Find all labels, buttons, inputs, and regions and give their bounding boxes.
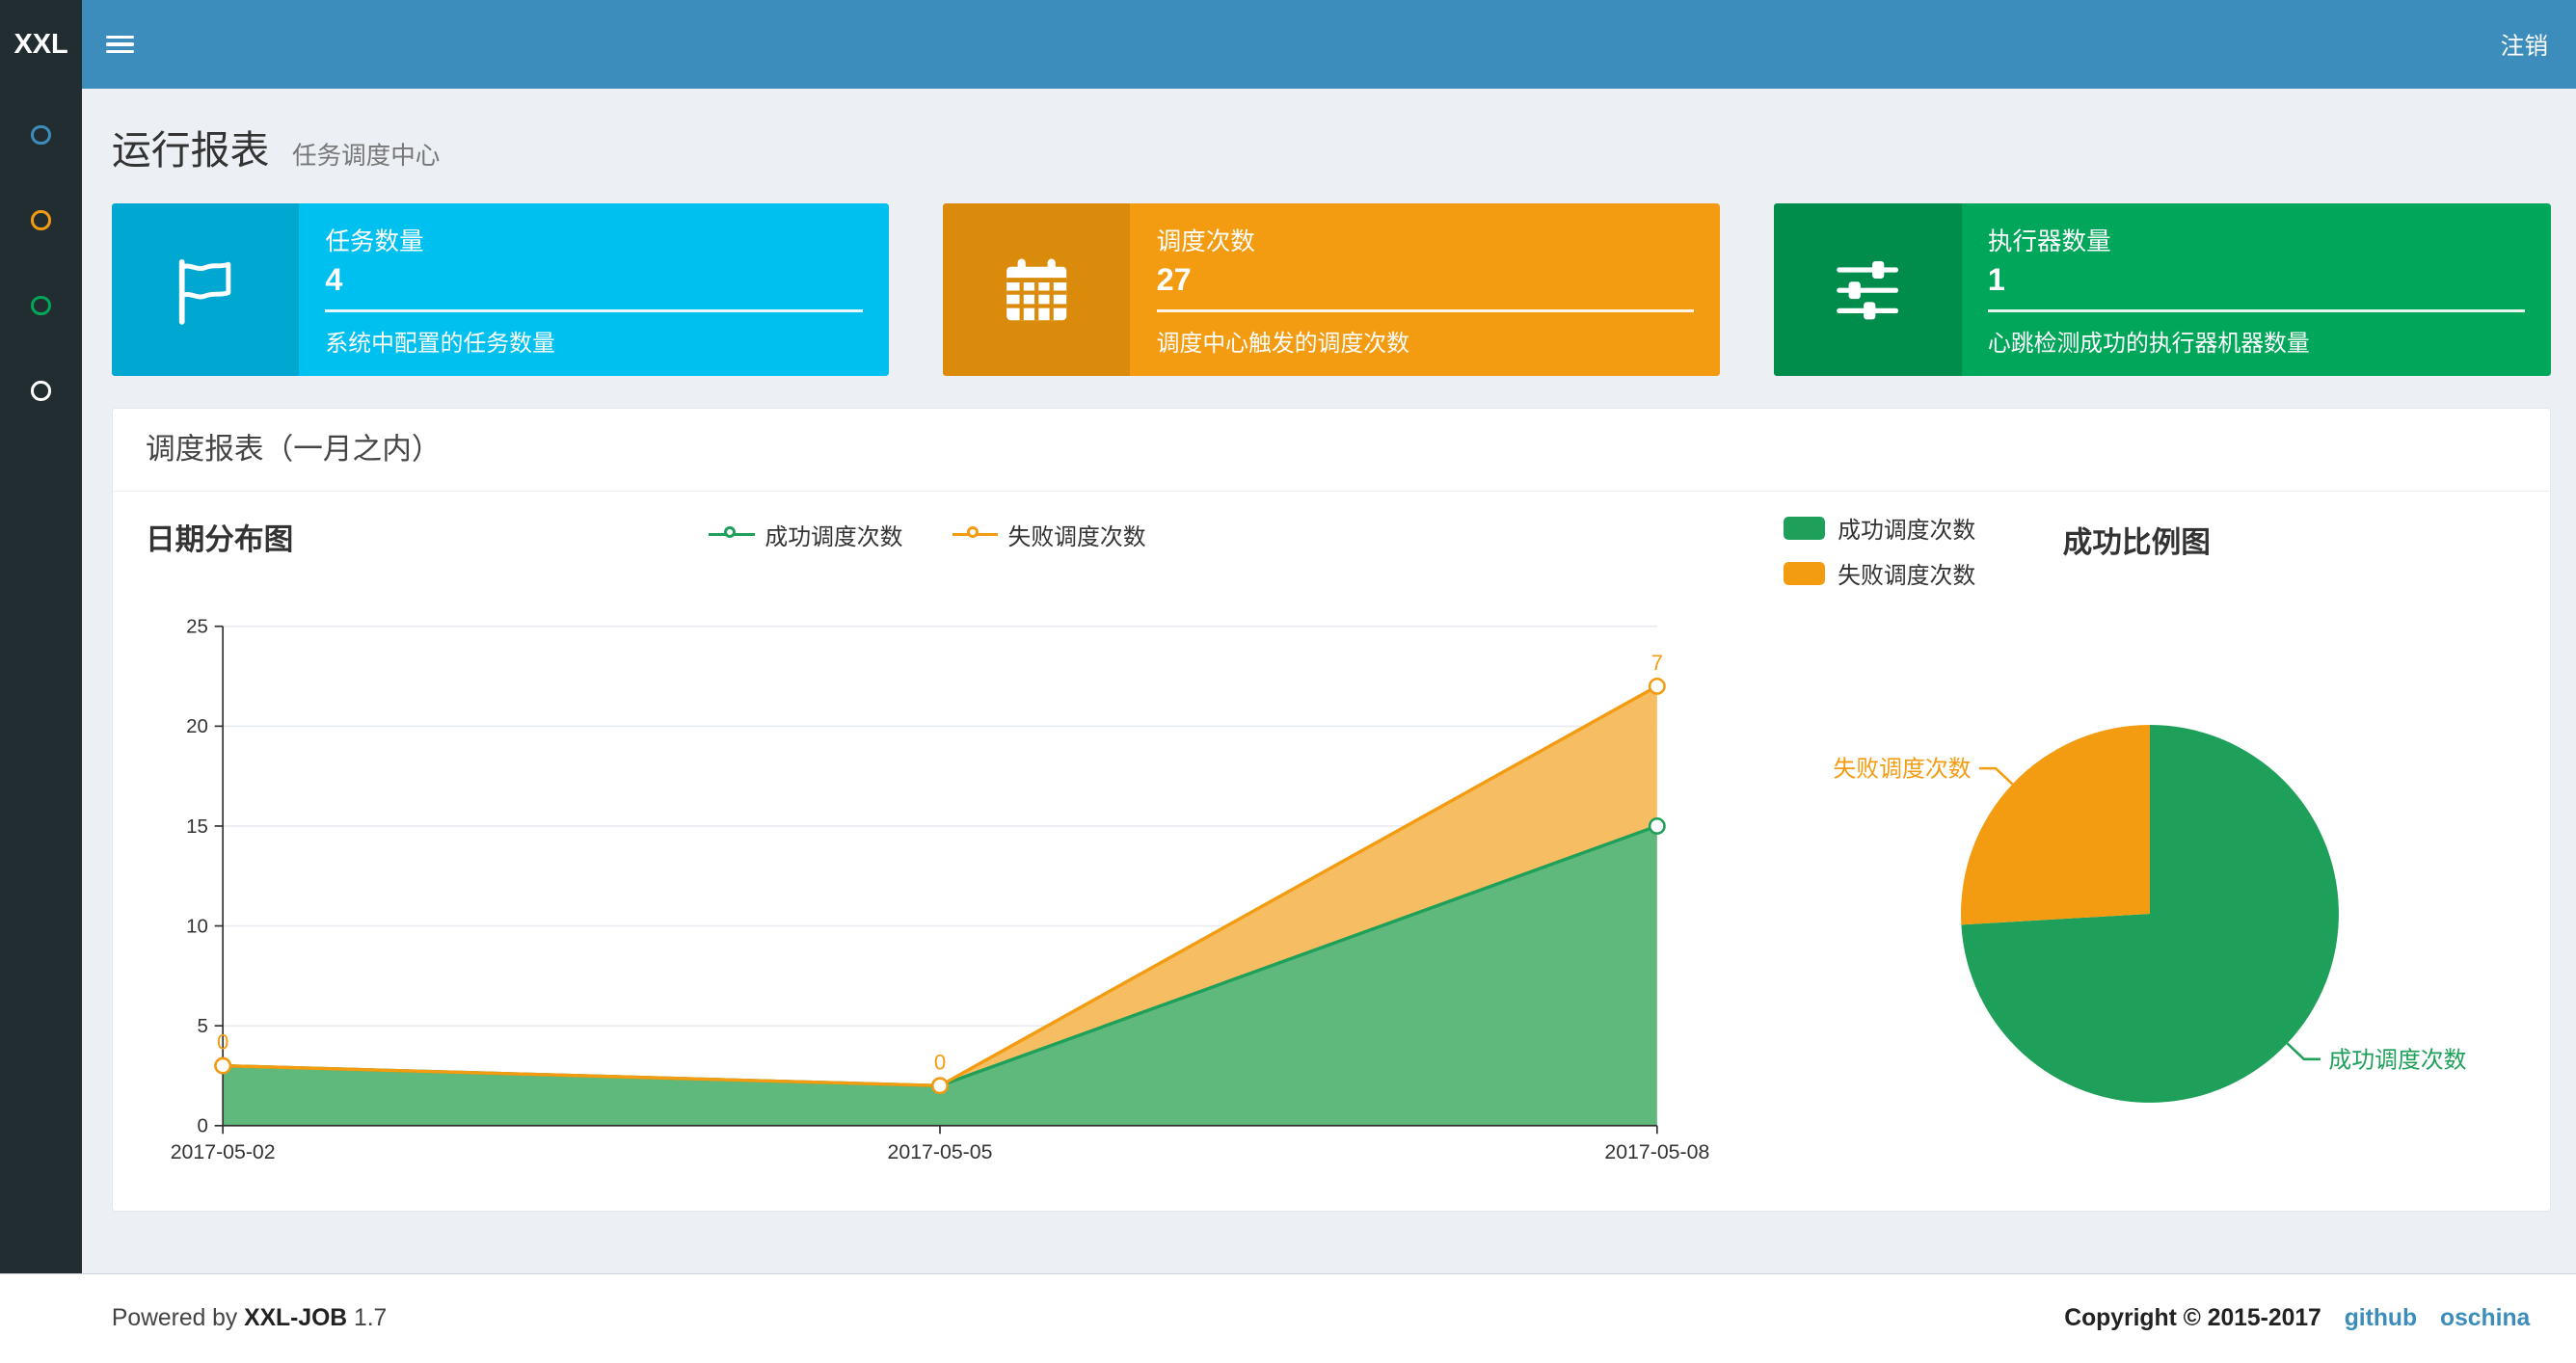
- copyright-area: Copyright © 2015-2017 github oschina: [2064, 1305, 2530, 1332]
- svg-text:5: 5: [197, 1015, 207, 1037]
- info-box-title: 任务数量: [325, 228, 424, 256]
- page-subtitle: 任务调度中心: [292, 142, 441, 170]
- info-box-description: 系统中配置的任务数量: [325, 331, 555, 358]
- flag-icon: [111, 203, 300, 377]
- divider: [1156, 309, 1694, 313]
- svg-text:20: 20: [186, 715, 208, 737]
- report-panel: 调度报表（一月之内） 日期分布图 成功调度次数 失败调度次数 0 5 10 15…: [111, 407, 2552, 1213]
- copyright-text: Copyright © 2015-2017: [2064, 1305, 2321, 1332]
- svg-text:2017-05-05: 2017-05-05: [887, 1140, 992, 1163]
- svg-text:成功调度次数: 成功调度次数: [2328, 1047, 2466, 1073]
- info-box-trigger-count: 调度次数 27 调度中心触发的调度次数: [943, 203, 1721, 377]
- circle-icon: [31, 210, 51, 230]
- info-box-title: 调度次数: [1156, 228, 1255, 256]
- info-box-number: 27: [1156, 262, 1192, 298]
- main-content: 运行报表 任务调度中心 任务数量 4 系统中配置的任务数量 调度次数 27 调度…: [82, 89, 2576, 1273]
- page-title: 运行报表: [111, 127, 270, 173]
- svg-text:7: 7: [1651, 651, 1663, 675]
- info-box-row: 任务数量 4 系统中配置的任务数量 调度次数 27 调度中心触发的调度次数 执行…: [111, 203, 2552, 377]
- oschina-link[interactable]: oschina: [2440, 1305, 2530, 1331]
- sidebar-menu-item-2[interactable]: [0, 177, 82, 263]
- sidebar-menu-item-3[interactable]: [0, 263, 82, 349]
- circle-icon: [31, 381, 51, 401]
- info-box-number: 1: [1987, 262, 2005, 298]
- divider: [325, 309, 863, 313]
- logout-link[interactable]: 注销: [2473, 0, 2576, 89]
- sliders-icon: [1774, 203, 1962, 377]
- info-box-executor-count: 执行器数量 1 心跳检测成功的执行器机器数量: [1774, 203, 2552, 377]
- github-link[interactable]: github: [2345, 1305, 2417, 1331]
- panel-header: 调度报表（一月之内）: [112, 409, 2551, 492]
- svg-text:25: 25: [186, 615, 208, 637]
- panel-body: 日期分布图 成功调度次数 失败调度次数 0 5 10 15 20 25 2017-05-02…: [113, 492, 2551, 1211]
- app-root: XXL 注销 运行报表 任务调度中心 任务数量 4 系统中配置的任务数量 调度次…: [0, 0, 2576, 1363]
- app-logo[interactable]: XXL: [0, 0, 83, 90]
- powered-by-text: Powered by XXL-JOB 1.7: [111, 1305, 388, 1332]
- info-box-title: 执行器数量: [1987, 228, 2111, 256]
- page-header: 运行报表 任务调度中心: [112, 89, 2552, 177]
- svg-text:0: 0: [217, 1029, 228, 1054]
- product-name: XXL-JOB: [244, 1305, 348, 1332]
- svg-text:0: 0: [934, 1050, 946, 1074]
- info-box-description: 心跳检测成功的执行器机器数量: [1987, 331, 2310, 358]
- info-box-job-count: 任务数量 4 系统中配置的任务数量: [111, 203, 889, 377]
- svg-text:10: 10: [186, 915, 208, 937]
- svg-text:15: 15: [186, 815, 208, 838]
- svg-text:2017-05-08: 2017-05-08: [1604, 1140, 1709, 1163]
- circle-icon: [31, 295, 51, 316]
- success-ratio-pie-chart: 成功调度次数 失败调度次数: [1833, 724, 2467, 1103]
- svg-text:0: 0: [197, 1114, 207, 1136]
- date-distribution-chart: 05101520252017-05-02 2017-05-05 2017-05-08…: [171, 615, 1710, 1163]
- sidebar: [0, 89, 83, 1273]
- svg-text:失败调度次数: 失败调度次数: [1833, 756, 1971, 782]
- circle-icon: [31, 124, 51, 145]
- sidebar-menu-item-1[interactable]: [0, 92, 82, 177]
- info-box-number: 4: [325, 262, 343, 298]
- sidebar-menu-item-4[interactable]: [0, 348, 82, 434]
- panel-title: 调度报表（一月之内）: [145, 432, 442, 466]
- footer: Powered by XXL-JOB 1.7 Copyright © 2015-…: [0, 1272, 2576, 1363]
- divider: [1987, 309, 2526, 313]
- menu-icon: [105, 31, 134, 57]
- sidebar-toggle-button[interactable]: [82, 0, 157, 89]
- top-navbar: XXL 注销: [0, 0, 2576, 90]
- calendar-icon: [943, 203, 1131, 377]
- info-box-description: 调度中心触发的调度次数: [1156, 331, 1409, 358]
- svg-text:2017-05-02: 2017-05-02: [171, 1140, 276, 1163]
- version: 1.7: [353, 1305, 388, 1332]
